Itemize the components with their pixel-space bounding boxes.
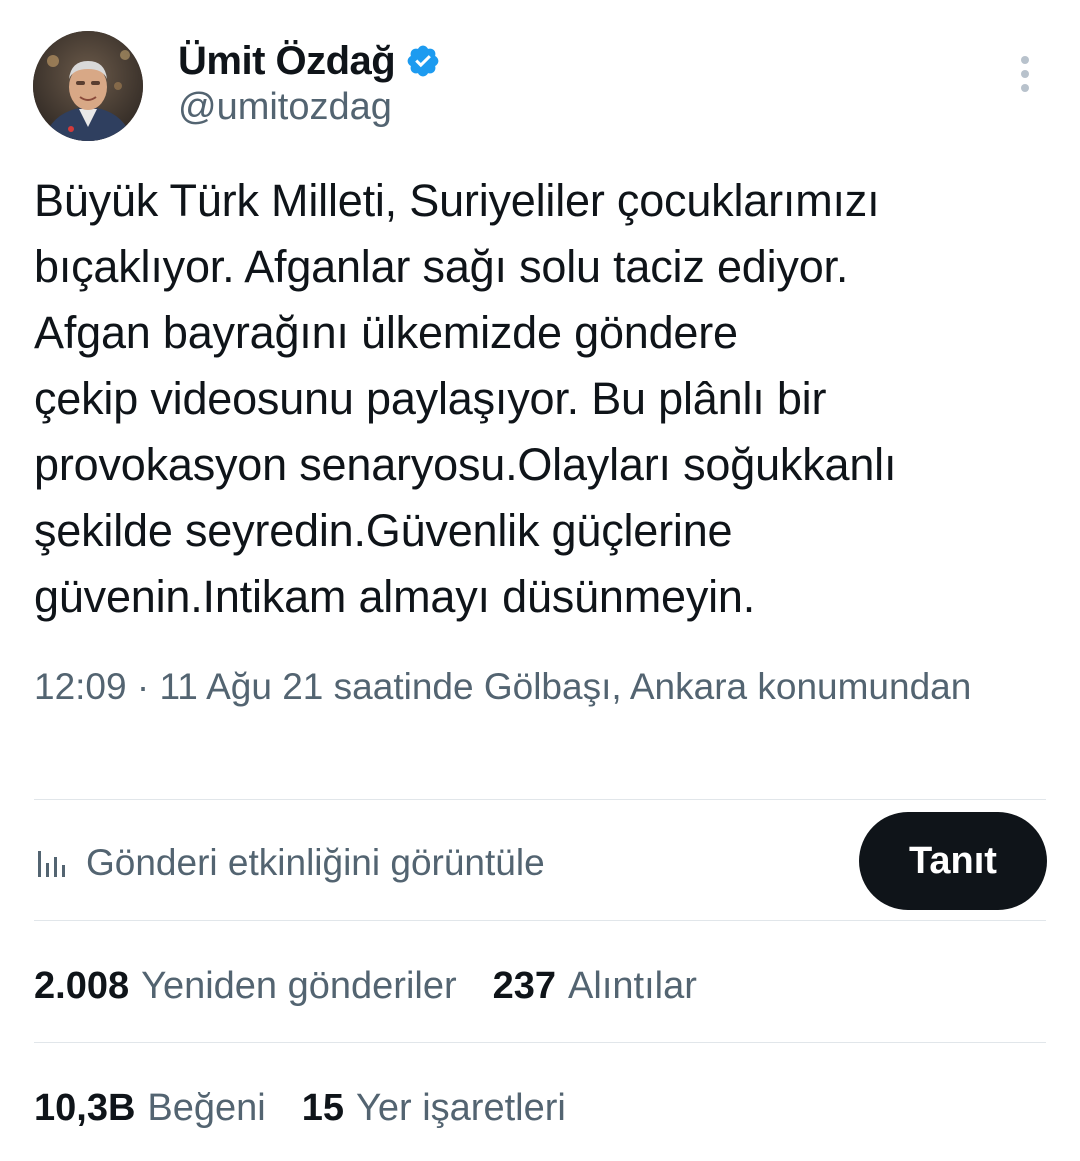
author-name-row: Ümit Özdağ [178,36,441,86]
bookmarks-count: 15 [301,1086,345,1129]
tweet-text: Büyük Türk Milleti, Suriyeliler çocuklar… [34,175,897,622]
likes-count: 10,3B [34,1086,136,1129]
retweets-count: 2.008 [34,964,130,1007]
verified-badge-icon [405,43,441,79]
bookmarks-stat[interactable]: 15 Yer işaretleri [302,1087,566,1130]
avatar-image [33,31,143,141]
bookmarks-label: Yer işaretleri [356,1086,566,1129]
divider [34,920,1046,921]
retweets-stat[interactable]: 2.008 Yeniden gönderiler [34,965,457,1008]
view-activity-link[interactable]: Gönderi etkinliğini görüntüle [34,834,545,892]
promote-button[interactable]: Tanıt [859,812,1047,910]
bar-chart-icon [34,845,70,881]
avatar[interactable] [33,31,143,141]
view-activity-label: Gönderi etkinliğini görüntüle [86,842,545,883]
quotes-count: 237 [492,964,557,1007]
likes-stat[interactable]: 10,3B Beğeni [34,1087,266,1130]
divider [34,799,1046,800]
stats-row-shares: 2.008 Yeniden gönderiler 237 Alıntılar [34,958,733,1014]
tweet-meta[interactable]: 12:09 · 11 Ağu 21 saatinde Gölbaşı, Anka… [34,660,994,714]
author-handle[interactable]: @umitozdag [178,86,392,129]
author-display-name[interactable]: Ümit Özdağ [178,39,396,84]
more-vertical-icon[interactable] [1008,52,1042,98]
retweets-label: Yeniden gönderiler [141,964,457,1007]
stats-row-engagement: 10,3B Beğeni 15 Yer işaretleri [34,1080,602,1136]
likes-label: Beğeni [147,1086,266,1129]
quotes-label: Alıntılar [568,964,697,1007]
divider [34,1042,1046,1043]
quotes-stat[interactable]: 237 Alıntılar [493,965,697,1008]
